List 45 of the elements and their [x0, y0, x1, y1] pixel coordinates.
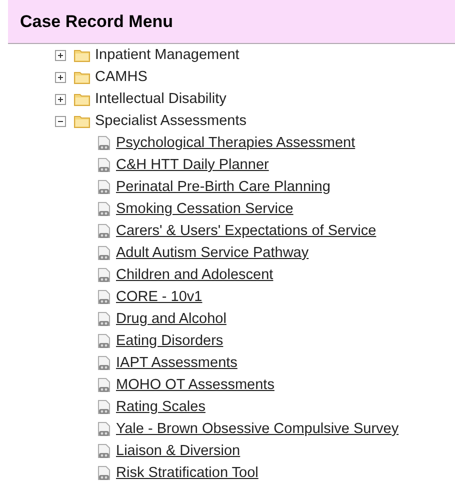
document-link-icon [96, 179, 112, 195]
folder-icon [74, 92, 90, 106]
folder-label[interactable]: CAMHS [95, 69, 148, 85]
folder-icon [74, 114, 90, 128]
expand-icon[interactable] [55, 50, 66, 60]
document-link-icon [96, 245, 112, 261]
assessment-link[interactable]: Perinatal Pre-Birth Care Planning [116, 179, 330, 195]
assessment-link[interactable]: Psychological Therapies Assessment [116, 135, 356, 151]
expand-icon[interactable] [55, 94, 66, 104]
assessment-link[interactable]: CORE - 10v1 [116, 289, 202, 305]
document-link-icon [96, 377, 112, 393]
assessment-link[interactable]: Children and Adolescent [116, 267, 274, 283]
collapse-icon[interactable] [55, 116, 66, 126]
document-link-icon [96, 399, 112, 415]
folder-icon [74, 48, 90, 62]
menu-title: Case Record Menu [20, 12, 174, 32]
document-link-icon [96, 421, 112, 437]
document-link-icon [96, 311, 112, 327]
document-link-icon [96, 201, 112, 217]
document-link-icon [96, 465, 112, 481]
assessment-link[interactable]: Eating Disorders [116, 333, 224, 349]
assessment-link[interactable]: Rating Scales [116, 399, 206, 415]
document-link-icon [96, 355, 112, 371]
assessment-link[interactable]: Risk Stratification Tool [116, 465, 258, 481]
assessment-link[interactable]: Carers' & Users' Expectations of Service [116, 223, 376, 239]
folder-label[interactable]: Inpatient Management [95, 47, 240, 63]
assessment-link[interactable]: MOHO OT Assessments [116, 377, 274, 393]
folder-label[interactable]: Intellectual Disability [95, 91, 226, 107]
folder-label[interactable]: Specialist Assessments [95, 113, 247, 129]
document-link-icon [96, 223, 112, 239]
document-link-icon [96, 443, 112, 459]
document-link-icon [96, 267, 112, 283]
assessment-link[interactable]: IAPT Assessments [116, 355, 238, 371]
folder-icon [74, 70, 90, 84]
document-link-icon [96, 135, 112, 151]
assessment-link[interactable]: Yale - Brown Obsessive Compulsive Survey [116, 421, 399, 437]
assessment-link[interactable]: C&H HTT Daily Planner [116, 157, 269, 173]
document-link-icon [96, 333, 112, 349]
assessment-link[interactable]: Adult Autism Service Pathway [116, 245, 309, 261]
assessment-link[interactable]: Liaison & Diversion [116, 443, 240, 459]
expand-icon[interactable] [55, 72, 66, 82]
assessment-link[interactable]: Smoking Cessation Service [116, 201, 294, 217]
assessment-link[interactable]: Drug and Alcohol [116, 311, 226, 327]
document-link-icon [96, 157, 112, 173]
document-link-icon [96, 289, 112, 305]
